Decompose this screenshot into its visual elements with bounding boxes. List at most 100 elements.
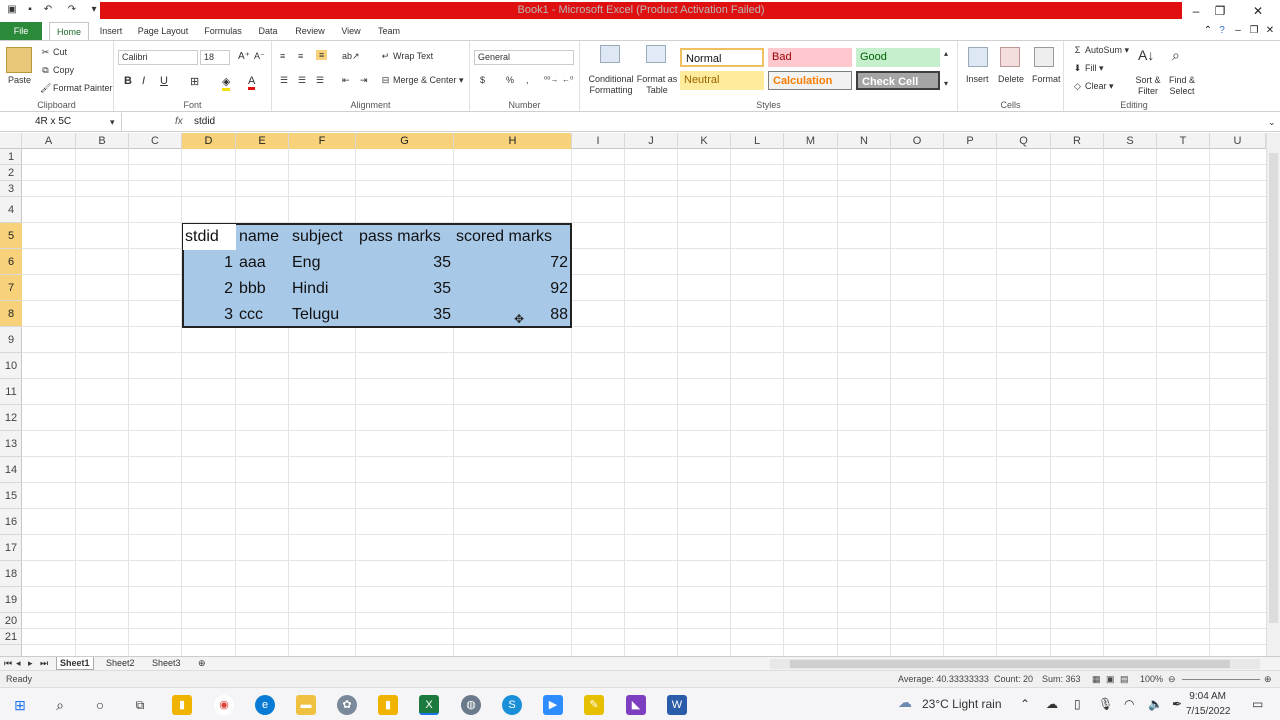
notes-icon[interactable]: ✎ — [584, 695, 604, 715]
table-cell-pass-marks[interactable]: 35 — [358, 305, 451, 325]
column-header-e[interactable]: E — [236, 133, 289, 149]
format-painter-button[interactable]: 🖌 Format Painter — [40, 83, 113, 94]
select-all-corner[interactable] — [0, 133, 22, 149]
column-header-q[interactable]: Q — [997, 133, 1051, 149]
clock-time[interactable]: 9:04 AM — [1186, 691, 1226, 702]
zoom-out-icon[interactable]: ⊖ — [1168, 674, 1176, 685]
tab-data[interactable]: Data — [254, 22, 282, 40]
tab-insert[interactable]: Insert — [96, 22, 126, 40]
row-header-20[interactable]: 20 — [0, 613, 22, 629]
save-icon[interactable]: ▪ — [24, 4, 36, 16]
expand-formula-icon[interactable]: ⌄ — [1268, 117, 1276, 128]
font-color-icon[interactable]: A — [248, 75, 256, 90]
row-header-8[interactable]: 8 — [0, 301, 22, 327]
style-calculation[interactable]: Calculation — [768, 71, 852, 90]
windows-start-icon[interactable]: ⊞ — [10, 695, 30, 715]
column-header-t[interactable]: T — [1157, 133, 1210, 149]
styles-scroll-up-icon[interactable]: ▴ — [944, 49, 948, 58]
underline-button[interactable]: U — [160, 75, 168, 87]
task-view-icon[interactable]: ⧉ — [130, 695, 150, 715]
tab-formulas[interactable]: Formulas — [200, 22, 246, 40]
page-layout-view-icon[interactable]: ▣ — [1106, 674, 1115, 685]
column-header-m[interactable]: M — [784, 133, 838, 149]
tab-file[interactable]: File — [0, 22, 42, 40]
file-explorer-icon[interactable]: ▬ — [296, 695, 316, 715]
row-header-21[interactable]: 21 — [0, 629, 22, 645]
row-header-18[interactable]: 18 — [0, 561, 22, 587]
row-header-13[interactable]: 13 — [0, 431, 22, 457]
weather-icon[interactable]: ☁ — [898, 694, 912, 711]
wrap-text-button[interactable]: ↵ Wrap Text — [380, 51, 433, 62]
column-header-g[interactable]: G — [356, 133, 454, 149]
header-cell-pass-marks[interactable]: pass marks — [359, 227, 441, 247]
format-as-table-button[interactable]: Format as Table — [636, 74, 678, 96]
row-header-2[interactable]: 2 — [0, 165, 22, 181]
tab-home[interactable]: Home — [49, 22, 89, 40]
column-header-c[interactable]: C — [129, 133, 182, 149]
table-cell-subject[interactable]: Eng — [292, 253, 320, 273]
decrease-decimal-icon[interactable]: ←⁰ — [562, 75, 573, 84]
currency-button[interactable]: $ — [480, 75, 485, 85]
sort-filter-button[interactable]: Sort & Filter — [1130, 75, 1166, 97]
vertical-scroll-thumb[interactable] — [1269, 153, 1278, 623]
table-cell-stdid[interactable]: 2 — [183, 279, 233, 299]
horizontal-scroll-thumb[interactable] — [790, 660, 1230, 668]
column-header-h[interactable]: H — [454, 133, 572, 149]
table-cell-pass-marks[interactable]: 35 — [358, 279, 451, 299]
zoom-slider[interactable] — [1182, 679, 1260, 680]
minimize-icon[interactable]: – — [1186, 3, 1206, 19]
column-header-o[interactable]: O — [891, 133, 944, 149]
next-sheet-icon[interactable]: ▸ — [28, 657, 33, 670]
align-left-icon[interactable]: ☰ — [280, 75, 288, 86]
row-header-1[interactable]: 1 — [0, 149, 22, 165]
align-top-icon[interactable]: ≡ — [280, 51, 285, 61]
orientation-icon[interactable]: ab↗ — [342, 51, 360, 62]
column-header-b[interactable]: B — [76, 133, 129, 149]
app-icon[interactable]: ◍ — [461, 695, 481, 715]
doc-close-icon[interactable]: ✕ — [1260, 23, 1280, 39]
sheet-tab-2[interactable]: Sheet2 — [106, 657, 135, 670]
align-bottom-icon[interactable]: ≡ — [316, 50, 328, 60]
table-cell-stdid[interactable]: 1 — [183, 253, 233, 273]
merge-center-button[interactable]: ⊟ Merge & Center ▾ — [380, 75, 464, 86]
first-sheet-icon[interactable]: ⏮ — [4, 657, 12, 670]
font-name-select[interactable]: Calibri — [118, 50, 198, 65]
column-header-a[interactable]: A — [22, 133, 76, 149]
clear-button[interactable]: ◇ Clear ▾ — [1072, 81, 1114, 92]
search-icon[interactable]: ⌕ — [50, 695, 70, 715]
name-box-dropdown-icon[interactable]: ▾ — [110, 117, 115, 128]
clock-date[interactable]: 7/15/2022 — [1186, 706, 1231, 717]
volume-icon[interactable]: 🔈 — [1148, 697, 1163, 711]
table-cell-subject[interactable]: Telugu — [292, 305, 339, 325]
formula-input[interactable]: stdid — [194, 113, 215, 131]
style-neutral[interactable]: Neutral — [680, 71, 764, 90]
autosum-button[interactable]: Σ AutoSum ▾ — [1072, 45, 1129, 56]
file-explorer-pinned-icon[interactable]: ▮ — [172, 695, 192, 715]
table-cell-scored-marks[interactable]: 92 — [456, 279, 568, 299]
row-header-10[interactable]: 10 — [0, 353, 22, 379]
delete-cells-button[interactable]: Delete — [998, 74, 1024, 84]
paste-button[interactable]: Paste — [8, 75, 31, 85]
folder-icon[interactable]: ▮ — [378, 695, 398, 715]
find-select-button[interactable]: Find & Select — [1164, 75, 1200, 97]
fx-icon[interactable]: fx — [175, 116, 183, 127]
skype-icon[interactable]: S — [502, 695, 522, 715]
table-cell-subject[interactable]: Hindi — [292, 279, 328, 299]
style-good[interactable]: Good — [856, 48, 940, 67]
weather-text[interactable]: 23°C Light rain — [922, 697, 1002, 711]
horizontal-scrollbar[interactable] — [770, 659, 1260, 669]
align-middle-icon[interactable]: ≡ — [298, 51, 303, 61]
paste-icon[interactable] — [6, 47, 32, 73]
customize-qat-icon[interactable]: ▾ — [88, 4, 100, 16]
vertical-scrollbar[interactable] — [1266, 133, 1280, 656]
sheet-tab-3[interactable]: Sheet3 — [152, 657, 181, 670]
comma-button[interactable]: , — [526, 75, 529, 85]
column-header-d[interactable]: D — [182, 133, 236, 149]
wifi-icon[interactable]: ◠ — [1124, 697, 1134, 711]
fill-color-icon[interactable]: ◈ — [222, 75, 231, 91]
tab-review[interactable]: Review — [292, 22, 328, 40]
onedrive-icon[interactable]: ☁ — [1046, 697, 1058, 711]
column-header-u[interactable]: U — [1210, 133, 1266, 149]
tab-page-layout[interactable]: Page Layout — [136, 22, 190, 40]
usb-icon[interactable]: ▯ — [1074, 697, 1081, 711]
